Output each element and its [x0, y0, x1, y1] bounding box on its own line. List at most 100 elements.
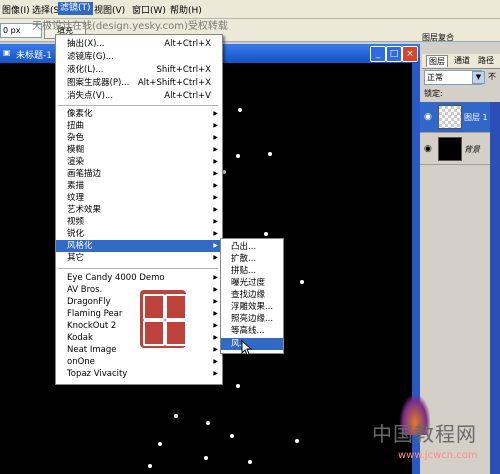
- submenu-arrow-icon: ▶: [213, 370, 218, 377]
- submenu-arrow-icon: ▶: [213, 274, 218, 281]
- menu-item-plugin-neat-image[interactable]: Neat Image ▶: [56, 344, 222, 356]
- submenu-item-emboss[interactable]: 浮雕效果...: [221, 301, 283, 313]
- menu-view[interactable]: 视图(V): [94, 3, 125, 16]
- layer-comps-label[interactable]: 图层复合: [422, 32, 454, 43]
- menu-item-pixelate[interactable]: 像素化 ▶: [56, 108, 222, 120]
- submenu-arrow-icon: ▶: [213, 194, 218, 201]
- menu-item-plugin-topaz[interactable]: Topaz Vivacity ▶: [56, 368, 222, 380]
- menu-item-plugin-dragonfly[interactable]: DragonFly ▶: [56, 296, 222, 308]
- menu-item-noise[interactable]: 杂色 ▶: [56, 132, 222, 144]
- menu-window[interactable]: 窗口(W): [132, 3, 166, 16]
- menu-item-artistic[interactable]: 艺术效果 ▶: [56, 204, 222, 216]
- menu-item-distort[interactable]: 扭曲 ▶: [56, 120, 222, 132]
- menu-item-label: 消失点(V)...: [67, 91, 114, 101]
- menu-item-sharpen[interactable]: 锐化 ▶: [56, 228, 222, 240]
- lock-label: 锁定:: [424, 89, 443, 98]
- submenu-item-label: 凸出...: [231, 242, 257, 252]
- menu-item-plugin-av-bros[interactable]: AV Bros. ▶: [56, 284, 222, 296]
- menu-item-shortcut: Shift+Ctrl+X: [156, 65, 211, 75]
- menu-item-other[interactable]: 其它 ▶: [56, 252, 222, 264]
- menu-item-plugin-eye-candy[interactable]: Eye Candy 4000 Demo ▶: [56, 272, 222, 284]
- menu-item-video[interactable]: 视频 ▶: [56, 216, 222, 228]
- menu-item-label: 像素化: [67, 109, 93, 119]
- watermark-url: www.jcwcn.com: [398, 450, 478, 461]
- submenu-item-label: 查找边缘: [231, 290, 266, 300]
- menu-item-filter-gallery[interactable]: 滤镜库(G)...: [56, 51, 222, 63]
- layer-thumbnail: [438, 137, 462, 161]
- menu-item-shortcut: Alt+Ctrl+X: [164, 39, 211, 49]
- menu-item-plugin-flaming-pear[interactable]: Flaming Pear ▶: [56, 308, 222, 320]
- star-dot: [174, 414, 178, 418]
- menu-item-plugin-onone[interactable]: onOne ▶: [56, 356, 222, 368]
- menu-item-label: 液化(L)...: [67, 65, 104, 75]
- menu-image[interactable]: 图像(I): [2, 3, 30, 16]
- menu-item-texture[interactable]: 纹理 ▶: [56, 192, 222, 204]
- submenu-item-label: 曝光过度: [231, 278, 266, 288]
- seal-glyph: [143, 320, 165, 346]
- submenu-item-trace-contour[interactable]: 等高线...: [221, 325, 283, 337]
- eye-icon[interactable]: ◉: [424, 112, 432, 122]
- menu-help[interactable]: 帮助(H): [170, 3, 202, 16]
- star-dot: [236, 384, 240, 388]
- panel-tabs: 图层 通道 路径: [422, 54, 500, 69]
- tab-channels[interactable]: 通道: [454, 55, 470, 66]
- star-dot: [230, 434, 234, 438]
- menu-item-label: 图案生成器(P)...: [67, 78, 130, 88]
- watermark-text-bottom: 中国教程网: [372, 422, 477, 446]
- submenu-item-extrude[interactable]: 凸出...: [221, 241, 283, 253]
- menu-item-label: 其它: [67, 253, 85, 263]
- submenu-item-tiles[interactable]: 拼贴...: [221, 265, 283, 277]
- tab-layers[interactable]: 图层: [426, 55, 448, 67]
- submenu-item-glowing-edges[interactable]: 照亮边缘...: [221, 313, 283, 325]
- menu-item-label: 艺术效果: [67, 205, 102, 215]
- submenu-arrow-icon: ▶: [213, 346, 218, 353]
- menu-item-shortcut: Alt+Ctrl+V: [164, 91, 211, 101]
- layer-row-background[interactable]: ◉ 背景: [420, 134, 500, 165]
- submenu-arrow-icon: ▶: [213, 322, 218, 329]
- submenu-item-find-edges[interactable]: 查找边缘: [221, 289, 283, 301]
- chevron-down-icon[interactable]: ▼: [472, 71, 485, 84]
- submenu-item-label: 浮雕效果...: [231, 302, 274, 312]
- minimize-button[interactable]: _: [370, 46, 386, 62]
- menu-item-label: DragonFly: [67, 297, 111, 307]
- tab-paths[interactable]: 路径: [478, 55, 494, 66]
- layer-thumbnail: [438, 105, 462, 129]
- menu-item-pattern-maker[interactable]: 图案生成器(P)... Alt+Shift+Ctrl+X: [56, 77, 222, 89]
- menu-item-vanishing-point[interactable]: 消失点(V)... Alt+Ctrl+V: [56, 90, 222, 102]
- menu-filter[interactable]: 滤镜(T): [58, 2, 93, 15]
- menu-item-blur[interactable]: 模糊 ▶: [56, 144, 222, 156]
- layers-panel: 图层复合 图层 通道 路径 正常 ▼ 不 锁定: ◉ 图层 1 ◉ 背景: [420, 33, 500, 474]
- star-dot: [238, 108, 242, 112]
- menu-item-label: 渲染: [67, 157, 85, 167]
- submenu-item-wind[interactable]: 风...: [221, 338, 283, 350]
- star-dot: [264, 232, 268, 236]
- submenu-item-solarize[interactable]: 曝光过度: [221, 277, 283, 289]
- menu-item-brush-strokes[interactable]: 画笔描边 ▶: [56, 168, 222, 180]
- document-title: 未标题-1: [16, 51, 52, 61]
- menu-item-label: 风格化: [67, 241, 93, 251]
- menu-item-stylize[interactable]: 风格化 ▶: [56, 240, 222, 252]
- submenu-arrow-icon: ▶: [213, 158, 218, 165]
- menu-item-sketch[interactable]: 素描 ▶: [56, 180, 222, 192]
- menu-item-label: 视频: [67, 217, 85, 227]
- submenu-arrow-icon: ▶: [213, 218, 218, 225]
- eye-icon[interactable]: ◉: [424, 144, 432, 154]
- menu-item-plugin-knockout[interactable]: KnockOut 2 ▶: [56, 320, 222, 332]
- submenu-arrow-icon: ▶: [213, 298, 218, 305]
- close-button[interactable]: ×: [402, 46, 418, 62]
- submenu-arrow-icon: ▶: [213, 134, 218, 141]
- layer-row-layer1[interactable]: ◉ 图层 1: [420, 102, 500, 133]
- mouse-pointer-icon: [241, 340, 252, 356]
- menu-item-render[interactable]: 渲染 ▶: [56, 156, 222, 168]
- maximize-button[interactable]: □: [386, 46, 402, 62]
- submenu-arrow-icon: ▶: [213, 170, 218, 177]
- panel-scrollbar[interactable]: [490, 102, 500, 474]
- submenu-arrow-icon: ▶: [213, 230, 218, 237]
- menu-item-liquify[interactable]: 液化(L)... Shift+Ctrl+X: [56, 64, 222, 76]
- menu-item-label: 滤镜库(G)...: [67, 52, 114, 62]
- menu-item-label: 扭曲: [67, 121, 85, 131]
- star-dot: [148, 464, 152, 468]
- submenu-item-diffuse[interactable]: 扩散...: [221, 253, 283, 265]
- menu-item-extract[interactable]: 抽出(X)... Alt+Ctrl+X: [56, 38, 222, 50]
- menu-item-plugin-kodak[interactable]: Kodak ▶: [56, 332, 222, 344]
